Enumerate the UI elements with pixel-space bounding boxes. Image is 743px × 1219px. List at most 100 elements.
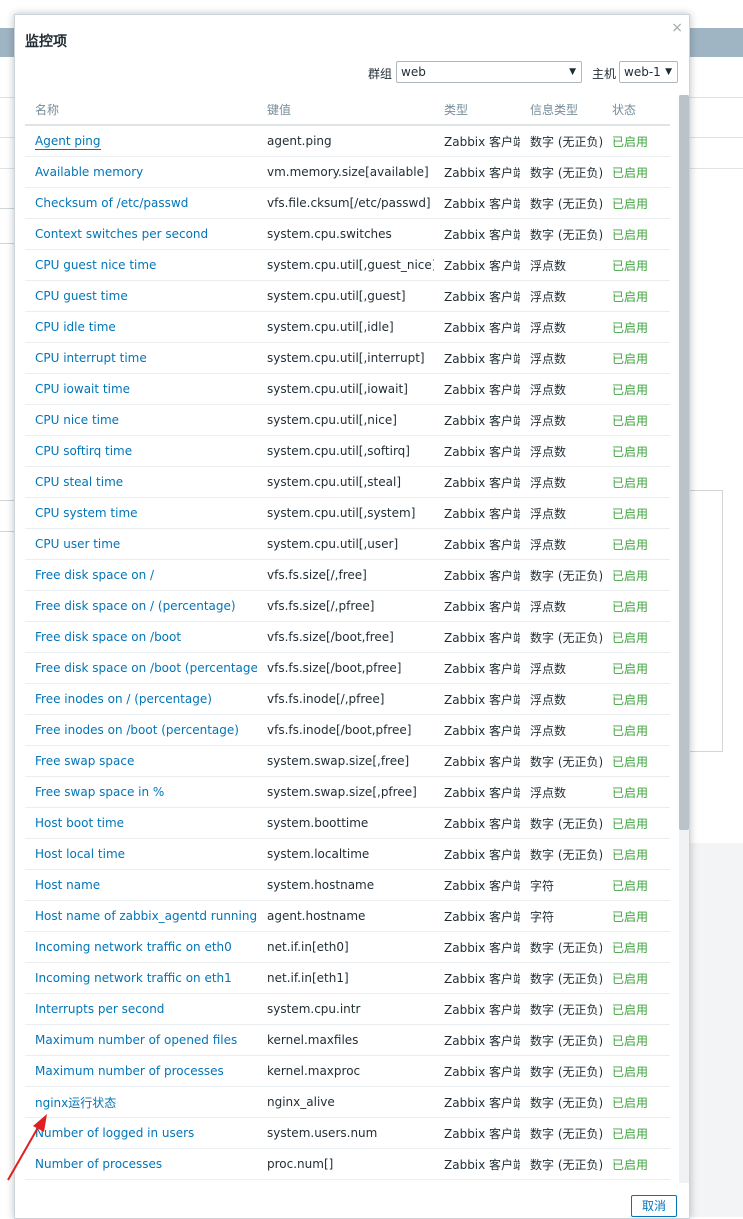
column-header-name[interactable]: 名称 (25, 95, 257, 126)
item-name-link-text[interactable]: Host boot time (35, 816, 124, 830)
item-name-link-text[interactable]: CPU system time (35, 506, 138, 520)
item-type: Zabbix 客户端 (434, 559, 520, 591)
item-name-link[interactable]: Incoming network traffic on eth0 (25, 931, 257, 963)
item-name-link[interactable]: Free inodes on /boot (percentage) (25, 714, 257, 746)
item-name-link-text[interactable]: Interrupts per second (35, 1002, 164, 1016)
item-name-link-text[interactable]: Maximum number of processes (35, 1064, 224, 1078)
item-name-link-text[interactable]: CPU idle time (35, 320, 116, 334)
item-name-link[interactable]: CPU idle time (25, 311, 257, 343)
item-name-link-text[interactable]: Available memory (35, 165, 143, 179)
table-row: Free disk space on /boot vfs.fs.size[/boo… (25, 621, 670, 653)
item-name-link-text[interactable]: Maximum number of opened files (35, 1033, 237, 1047)
item-name-link[interactable]: Free disk space on /boot (percentage) (25, 652, 257, 684)
item-name-link-text[interactable]: CPU iowait time (35, 382, 130, 396)
item-info-type: 浮点数 (520, 342, 602, 374)
item-name-link-text[interactable]: Free disk space on / (percentage) (35, 599, 236, 613)
item-name-link-text[interactable]: Free inodes on /boot (percentage) (35, 723, 239, 737)
item-name-link-text[interactable]: Host name of zabbix_agentd running (35, 909, 257, 923)
column-header-status[interactable]: 状态 (602, 95, 670, 126)
item-info-type-text: 数字 (无正负) (530, 1126, 602, 1141)
item-name-link[interactable]: Maximum number of processes (25, 1055, 257, 1087)
item-name-link[interactable]: Free swap space (25, 745, 257, 777)
item-name-link[interactable]: Free disk space on / (25, 559, 257, 591)
item-name-link[interactable]: CPU interrupt time (25, 342, 257, 374)
item-name-link[interactable]: Interrupts per second (25, 993, 257, 1025)
column-header-key[interactable]: 键值 (257, 95, 434, 126)
item-name-link-text[interactable]: CPU guest time (35, 289, 128, 303)
item-type: Zabbix 客户端 (434, 652, 520, 684)
item-name-link-text[interactable]: Host name (35, 878, 100, 892)
item-type-text: Zabbix 客户端 (444, 909, 520, 924)
item-name-link[interactable]: Host local time (25, 838, 257, 870)
item-name-link[interactable]: Free inodes on / (percentage) (25, 683, 257, 715)
item-name-link[interactable]: Host name of zabbix_agentd running (25, 900, 257, 932)
item-name-link-text[interactable]: CPU steal time (35, 475, 123, 489)
item-name-link[interactable]: Incoming network traffic on eth1 (25, 962, 257, 994)
item-type: Zabbix 客户端 (434, 466, 520, 498)
item-name-link-text[interactable]: Free disk space on /boot (35, 630, 181, 644)
host-select[interactable]: web-1 ▼ (619, 61, 678, 83)
item-status-text: 已启用 (612, 785, 649, 800)
item-key-text: vm.memory.size[available] (267, 165, 429, 179)
item-name-link[interactable]: Maximum number of opened files (25, 1024, 257, 1056)
item-name-link[interactable]: Checksum of /etc/passwd (25, 187, 257, 219)
item-name-link[interactable]: Free disk space on / (percentage) (25, 590, 257, 622)
item-name-link-text[interactable]: Free disk space on /boot (percentage) (35, 661, 257, 675)
item-status: 已启用 (602, 249, 670, 281)
item-name-link-text[interactable]: Incoming network traffic on eth1 (35, 971, 232, 985)
item-name-link-text[interactable]: nginx运行状态 (35, 1096, 116, 1110)
group-select-value: web (401, 65, 426, 79)
item-name-link-text[interactable]: Agent ping (35, 134, 101, 150)
cancel-button[interactable]: 取消 (631, 1195, 677, 1217)
item-name-link-text[interactable]: CPU user time (35, 537, 120, 551)
item-status-text: 已启用 (612, 165, 649, 180)
item-key-text: system.cpu.util[,steal] (267, 475, 402, 489)
item-type-text: Zabbix 客户端 (444, 1033, 520, 1048)
item-name-link-text[interactable]: Host local time (35, 847, 125, 861)
item-key-text: vfs.fs.size[/,pfree] (267, 599, 375, 613)
item-info-type-text: 数字 (无正负) (530, 847, 602, 862)
item-name-link-text[interactable]: Free swap space in % (35, 785, 164, 799)
item-name-link[interactable]: CPU iowait time (25, 373, 257, 405)
item-name-link-text[interactable]: Checksum of /etc/passwd (35, 196, 188, 210)
table-row: CPU steal time system.cpu.util[,steal] Zab… (25, 466, 670, 498)
scrollbar-thumb[interactable] (679, 95, 689, 830)
group-select[interactable]: web ▼ (396, 61, 582, 83)
item-name-link-text[interactable]: Free inodes on / (percentage) (35, 692, 212, 706)
background-field (0, 500, 15, 532)
column-header-type[interactable]: 类型 (434, 95, 520, 126)
item-name-link[interactable]: Host boot time (25, 807, 257, 839)
column-header-info-type[interactable]: 信息类型 (520, 95, 602, 126)
item-name-link[interactable]: Host name (25, 869, 257, 901)
item-name-link[interactable]: CPU guest nice time (25, 249, 257, 281)
item-status-text: 已启用 (612, 816, 649, 831)
item-name-link-text[interactable]: Context switches per second (35, 227, 208, 241)
item-key: system.boottime (257, 807, 434, 839)
item-status-text: 已启用 (612, 1002, 649, 1017)
item-name-link[interactable]: CPU steal time (25, 466, 257, 498)
item-name-link[interactable]: Agent ping (25, 125, 257, 157)
item-name-link-text[interactable]: CPU nice time (35, 413, 119, 427)
items-table-container: 名称 键值 类型 信息类型 状态 Agent ping agent.ping Zab… (25, 95, 670, 1180)
item-name-link-text[interactable]: Free disk space on / (35, 568, 154, 582)
item-type: Zabbix 客户端 (434, 497, 520, 529)
item-name-link[interactable]: CPU user time (25, 528, 257, 560)
item-key-text: kernel.maxfiles (267, 1033, 359, 1047)
item-info-type: 浮点数 (520, 652, 602, 684)
item-name-link[interactable]: CPU system time (25, 497, 257, 529)
item-name-link-text[interactable]: CPU guest nice time (35, 258, 156, 272)
item-name-link-text[interactable]: CPU softirq time (35, 444, 132, 458)
item-name-link[interactable]: Free swap space in % (25, 776, 257, 808)
item-name-link[interactable]: CPU guest time (25, 280, 257, 312)
item-name-link[interactable]: Available memory (25, 156, 257, 188)
item-name-link[interactable]: CPU nice time (25, 404, 257, 436)
item-status: 已启用 (602, 156, 670, 188)
close-icon[interactable]: × (671, 19, 683, 37)
table-row: Number of processes proc.num[] Zabbix 客户端数… (25, 1148, 670, 1180)
item-name-link-text[interactable]: Incoming network traffic on eth0 (35, 940, 232, 954)
item-name-link-text[interactable]: Free swap space (35, 754, 134, 768)
item-name-link-text[interactable]: CPU interrupt time (35, 351, 147, 365)
item-name-link[interactable]: Context switches per second (25, 218, 257, 250)
item-name-link[interactable]: CPU softirq time (25, 435, 257, 467)
item-name-link[interactable]: Free disk space on /boot (25, 621, 257, 653)
